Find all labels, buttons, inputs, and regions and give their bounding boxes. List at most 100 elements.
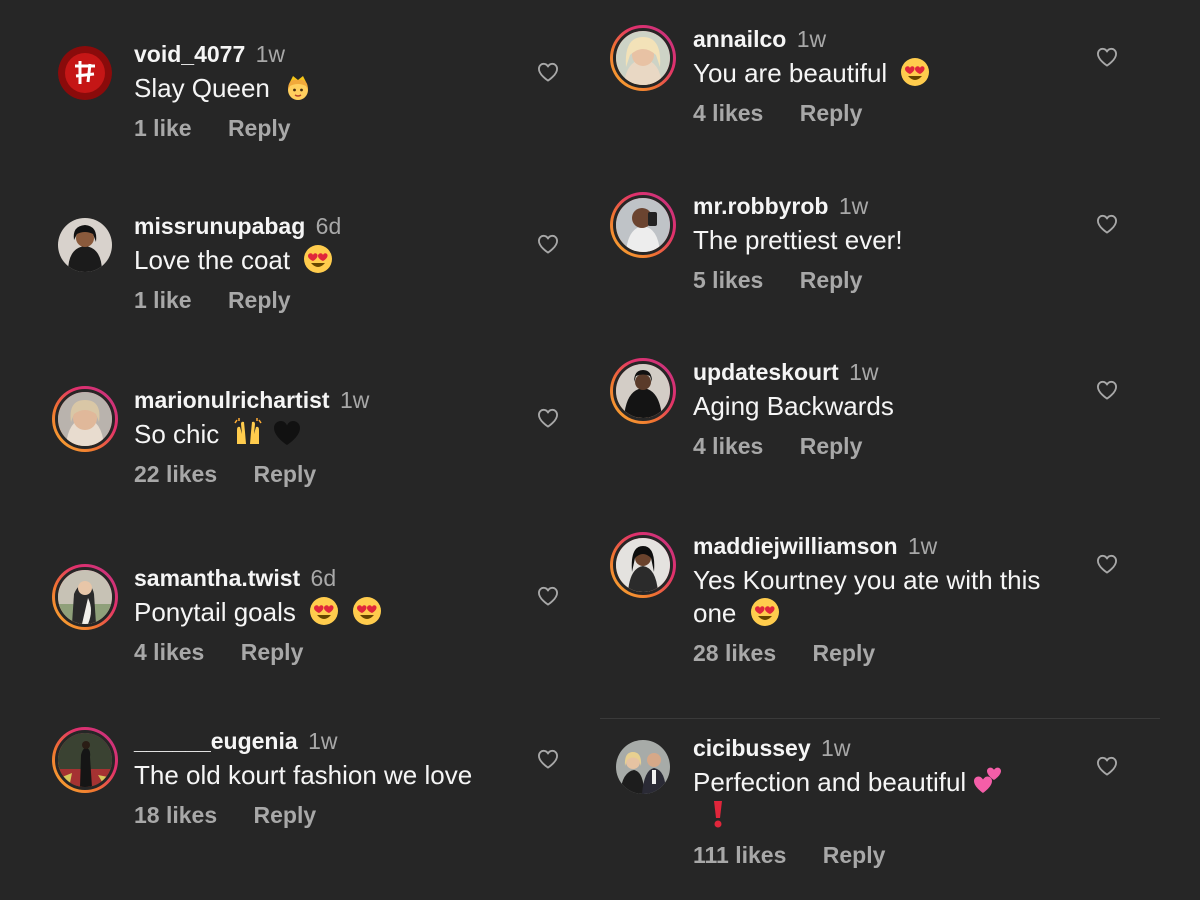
username[interactable]: missrunupabag [134,213,305,239]
username[interactable]: annailco [693,26,786,52]
comment-meta: void_4077 1w [134,40,494,68]
timestamp[interactable]: 6d [316,213,342,239]
comment-text: Love the coat [134,244,494,277]
comment-actions: 111 likes Reply [693,842,1073,869]
comment-meta: maddiejwilliamson 1w [693,532,1073,560]
red-exclamation-emoji [703,799,733,829]
comment-content: updateskourt 1w Aging Backwards 4 likes … [693,358,1073,460]
username[interactable]: void_4077 [134,41,245,67]
reply-button[interactable]: Reply [823,842,886,868]
avatar[interactable] [610,25,676,91]
timestamp[interactable]: 1w [797,26,826,52]
reply-button[interactable]: Reply [228,287,291,313]
timestamp[interactable]: 1w [340,387,369,413]
avatar[interactable] [52,40,118,106]
comment-content: marionulrichartist 1w So chic 22 likes R… [134,386,494,488]
comment-text: Aging Backwards [693,391,894,421]
username[interactable]: marionulrichartist [134,387,330,413]
heart-outline-icon[interactable] [1096,47,1118,67]
black-heart-emoji [272,418,302,448]
comment-actions: 28 likes Reply [693,640,1073,667]
username[interactable]: maddiejwilliamson [693,533,898,559]
comment-meta: mr.robbyrob 1w [693,192,1073,220]
reply-button[interactable]: Reply [813,640,876,666]
comment-content: missrunupabag 6d Love the coat 1 like Re… [134,212,494,314]
comment-text: The prettiest ever! [693,225,903,255]
likes-count[interactable]: 1 like [134,115,192,141]
reply-button[interactable]: Reply [254,802,317,828]
heart-outline-icon[interactable] [1096,214,1118,234]
princess-emoji [283,72,313,102]
heart-outline-icon[interactable] [537,62,559,82]
avatar-image [55,730,115,790]
comment-item: missrunupabag 6d Love the coat 1 like Re… [0,212,600,372]
heart-outline-icon[interactable] [537,234,559,254]
reply-button[interactable]: Reply [800,100,863,126]
timestamp[interactable]: 1w [839,193,868,219]
avatar-image [613,361,673,421]
comment-text: The old kourt fashion we love [134,760,473,790]
username[interactable]: updateskourt [693,359,839,385]
timestamp[interactable]: 1w [908,533,937,559]
avatar[interactable] [610,532,676,598]
avatar[interactable] [52,564,118,630]
likes-count[interactable]: 28 likes [693,640,776,666]
comment-content: mr.robbyrob 1w The prettiest ever! 5 lik… [693,192,1073,294]
timestamp[interactable]: 1w [849,359,878,385]
avatar-image [55,567,115,627]
avatar[interactable] [52,212,118,278]
heart-outline-icon[interactable] [1096,554,1118,574]
username[interactable]: ______eugenia [134,728,298,754]
timestamp[interactable]: 1w [256,41,285,67]
heart-eyes-emoji [750,597,780,627]
username[interactable]: mr.robbyrob [693,193,828,219]
reply-button[interactable]: Reply [254,461,317,487]
likes-count[interactable]: 4 likes [134,639,204,665]
heart-outline-icon[interactable] [537,408,559,428]
likes-count[interactable]: 5 likes [693,267,763,293]
reply-button[interactable]: Reply [800,433,863,459]
comment-content: annailco 1w You are beautiful 4 likes Re… [693,25,1073,127]
timestamp[interactable]: 1w [821,735,850,761]
reply-button[interactable]: Reply [241,639,304,665]
comment-item: updateskourt 1w Aging Backwards 4 likes … [600,358,1200,518]
reply-button[interactable]: Reply [800,267,863,293]
heart-eyes-emoji [352,596,382,626]
likes-count[interactable]: 22 likes [134,461,217,487]
avatar[interactable] [610,192,676,258]
avatar-image [613,28,673,88]
avatar[interactable] [52,727,118,793]
reply-button[interactable]: Reply [228,115,291,141]
comment-text: Perfection and beautiful [693,766,1023,832]
comment-meta: annailco 1w [693,25,1073,53]
comment-meta: missrunupabag 6d [134,212,494,240]
avatar[interactable] [52,386,118,452]
heart-outline-icon[interactable] [537,586,559,606]
heart-outline-icon[interactable] [1096,380,1118,400]
likes-count[interactable]: 4 likes [693,433,763,459]
comment-text: So chic [134,418,494,451]
heart-outline-icon[interactable] [537,749,559,769]
avatar-image [55,389,115,449]
likes-count[interactable]: 1 like [134,287,192,313]
comment-item: void_4077 1w Slay Queen 1 like Reply [0,40,600,200]
raising-hands-emoji [233,418,263,448]
heart-outline-icon[interactable] [1096,756,1118,776]
timestamp[interactable]: 1w [308,728,337,754]
avatar-image [616,740,670,794]
avatar[interactable] [610,734,676,800]
comment-item: samantha.twist 6d Ponytail goals 4 likes… [0,564,600,724]
comment-meta: ______eugenia 1w [134,727,494,755]
likes-count[interactable]: 4 likes [693,100,763,126]
comment-text-content: Ponytail goals [134,597,296,627]
comment-meta: updateskourt 1w [693,358,1073,386]
likes-count[interactable]: 111 likes [693,842,786,868]
avatar[interactable] [610,358,676,424]
username[interactable]: cicibussey [693,735,811,761]
timestamp[interactable]: 6d [311,565,337,591]
likes-count[interactable]: 18 likes [134,802,217,828]
username[interactable]: samantha.twist [134,565,300,591]
comment-text: You are beautiful [693,57,1073,90]
comment-text: Yes Kourtney you ate with this one [693,564,1053,630]
heart-eyes-emoji [309,596,339,626]
